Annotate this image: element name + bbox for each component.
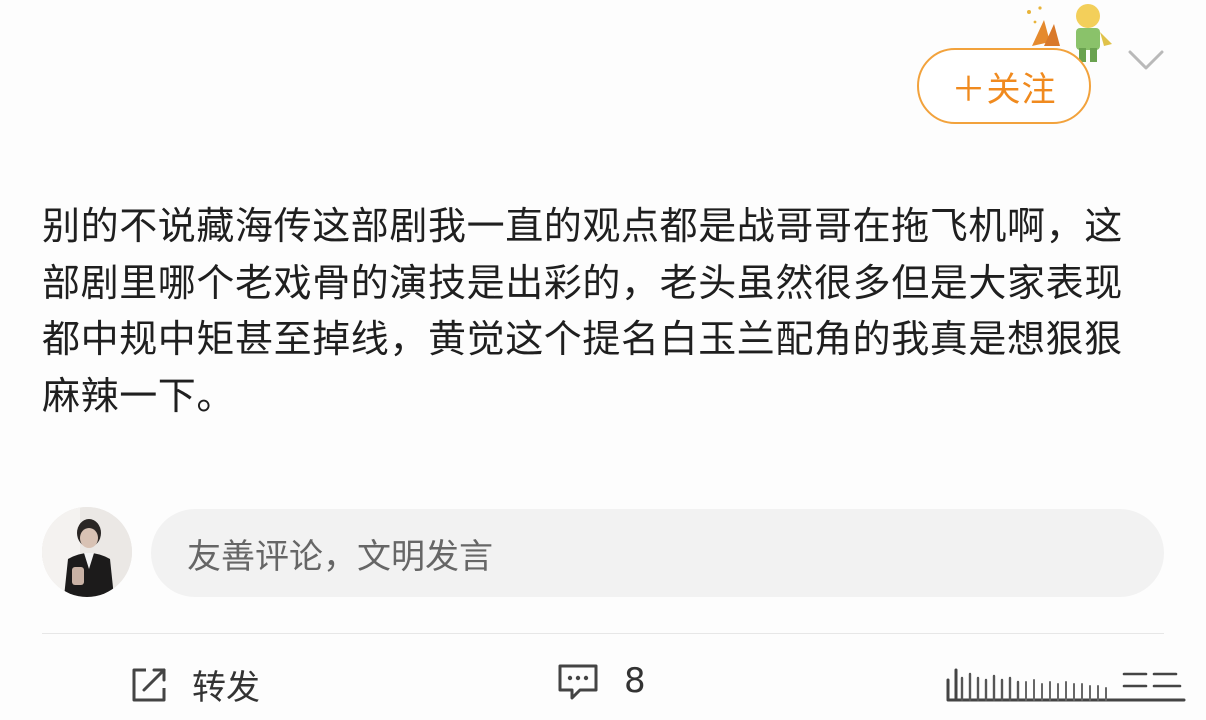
comment-count: 8 xyxy=(624,661,646,701)
user-avatar[interactable] xyxy=(42,507,132,597)
comment-input-placeholder: 友善评论，文明发言 xyxy=(187,536,493,577)
post-body-text: 别的不说藏海传这部剧我一直的观点都是战哥哥在拖飞机啊，这部剧里哪个老戏骨的演技是… xyxy=(42,204,1123,418)
thumbs-up-icon xyxy=(946,668,1186,702)
follow-button[interactable]: ＋关注 xyxy=(917,48,1091,124)
post-header: ＋关注 xyxy=(0,0,1206,170)
avatar-photo-icon xyxy=(42,507,132,597)
action-bar: 转发 8 xyxy=(0,650,1206,720)
share-icon xyxy=(132,668,166,701)
repost-button[interactable]: 转发 xyxy=(128,660,260,709)
divider xyxy=(42,633,1164,634)
like-button[interactable] xyxy=(944,660,1186,704)
comment-button[interactable]: 8 xyxy=(556,660,646,702)
comment-input[interactable]: 友善评论，文明发言 xyxy=(151,509,1164,597)
follow-button-label: ＋关注 xyxy=(951,69,1057,110)
chevron-down-icon[interactable] xyxy=(1126,46,1166,74)
comment-icon xyxy=(558,664,598,700)
repost-label: 转发 xyxy=(192,668,260,708)
